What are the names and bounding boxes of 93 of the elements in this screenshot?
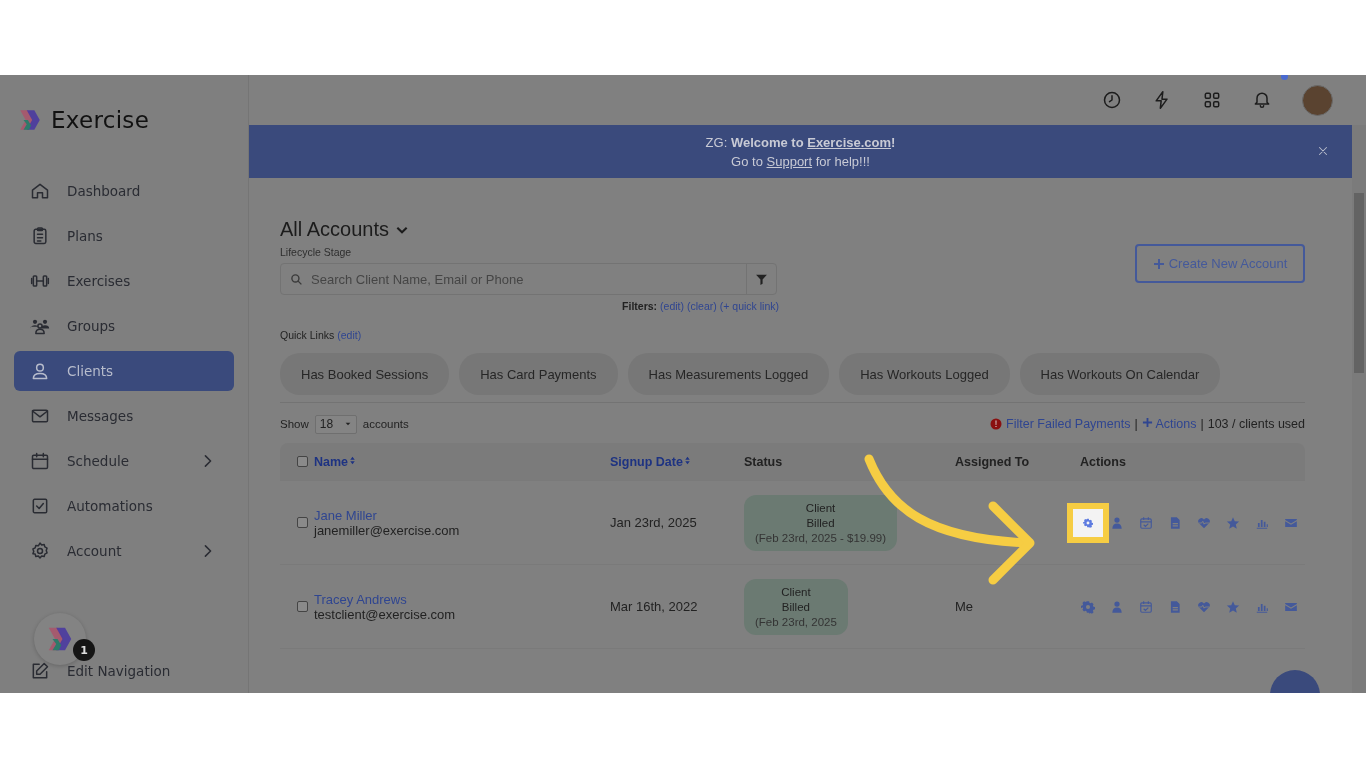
mail-icon — [30, 406, 50, 426]
signup-date: Mar 16th, 2022 — [610, 599, 699, 614]
status-text: Client — [781, 585, 811, 598]
client-email: testclient@exercise.com — [314, 606, 456, 622]
sidebar-item[interactable]: Groups — [14, 306, 234, 346]
filter-link[interactable]: (+ quick link) — [719, 300, 779, 312]
client-email: janemiller@exercise.com — [314, 522, 460, 538]
actions-link[interactable]: Actions — [1141, 417, 1197, 431]
quick-links-label: Quick Links — [280, 329, 335, 341]
assistant-button[interactable] — [34, 613, 86, 665]
column-header: Actions — [1080, 454, 1126, 469]
column-header: Assigned To — [955, 454, 1030, 469]
gear-icon[interactable] — [1081, 599, 1095, 614]
show-label: Show — [280, 418, 309, 430]
filter-icon — [755, 272, 768, 286]
sort-icon — [682, 454, 692, 466]
checkbox-icon — [30, 496, 50, 516]
row-checkbox[interactable] — [297, 517, 308, 528]
document-icon[interactable] — [1168, 599, 1182, 614]
filters-label: Filters: — [622, 300, 658, 312]
filter-link[interactable]: (clear) — [687, 300, 717, 312]
signup-date: Jan 23rd, 2025 — [610, 515, 698, 530]
quick-link-button[interactable]: Has Booked Sessions — [280, 353, 450, 395]
quick-link-button[interactable]: Has Measurements Logged — [627, 353, 830, 395]
person-icon[interactable] — [1110, 599, 1124, 614]
person-icon — [30, 361, 50, 381]
quick-link-button[interactable]: Has Card Payments — [459, 353, 618, 395]
heartbeat-icon[interactable] — [1197, 599, 1211, 614]
app-name: Exercise — [51, 107, 150, 133]
lifecycle-label: Lifecycle Stage — [280, 246, 353, 258]
sidebar-item[interactable]: Plans — [14, 216, 234, 256]
status-text: Billed — [806, 516, 835, 529]
heartbeat-icon[interactable] — [1197, 515, 1211, 530]
status-text: (Feb 23rd, 2025 — [755, 615, 837, 628]
calendar-icon — [30, 451, 50, 471]
page-size-select[interactable]: 18 — [314, 414, 357, 434]
client-name-link[interactable]: Jane Miller — [314, 507, 460, 523]
edit-icon — [30, 661, 50, 681]
quick-link-button[interactable]: Has Workouts Logged — [839, 353, 1010, 395]
sortable-column-header[interactable]: Signup Date — [610, 454, 692, 469]
notification-badge: 1 — [73, 639, 95, 661]
search-input[interactable]: Search Client Name, Email or Phone — [309, 270, 746, 288]
banner-message: ZG: Welcome to Exercise.com! — [705, 134, 896, 150]
sidebar-item[interactable]: Automations — [14, 486, 234, 526]
alert-icon — [990, 418, 1003, 430]
sidebar-item[interactable]: Schedule — [14, 441, 234, 481]
sidebar-item[interactable]: Dashboard — [14, 171, 234, 211]
assigned-to: Me — [955, 599, 975, 614]
plus-icon — [1141, 417, 1153, 428]
clock-icon[interactable] — [1102, 90, 1122, 110]
document-icon[interactable] — [1168, 515, 1182, 530]
banner-message: Go to Support for help!!! — [731, 153, 870, 169]
status-text: (Feb 23rd, 2025 - $19.99) — [755, 531, 887, 544]
accounts-label: accounts — [362, 418, 409, 430]
page-title[interactable]: All Accounts — [280, 218, 779, 241]
sidebar-item[interactable]: Exercises — [14, 261, 234, 301]
person-icon[interactable] — [1110, 515, 1124, 530]
quick-links-edit-link[interactable]: (edit) — [337, 329, 362, 341]
sidebar-item[interactable]: Account — [14, 531, 234, 571]
plus-icon — [1152, 257, 1165, 270]
sidebar-item[interactable]: Clients — [14, 351, 234, 391]
caret-icon — [343, 420, 352, 428]
row-checkbox[interactable] — [297, 601, 308, 612]
column-header: Status — [744, 454, 783, 469]
separator: | — [1200, 417, 1204, 431]
filter-link[interactable]: (edit) — [660, 300, 684, 312]
sidebar-item[interactable]: Messages — [14, 396, 234, 436]
separator: | — [1134, 417, 1138, 431]
close-icon[interactable] — [1316, 144, 1330, 158]
gear-icon — [30, 541, 50, 561]
status-text: Billed — [781, 600, 810, 613]
grid-icon[interactable] — [1202, 90, 1222, 110]
search-field[interactable]: Search Client Name, Email or Phone — [280, 263, 777, 295]
sort-icon — [348, 454, 358, 466]
home-icon — [30, 181, 50, 201]
clients-used-count: 103 / clients used — [1207, 417, 1305, 431]
edit-navigation-link[interactable]: Edit Navigation — [30, 661, 171, 681]
star-icon[interactable] — [1226, 599, 1240, 614]
clipboard-icon — [30, 226, 50, 246]
star-icon[interactable] — [1226, 515, 1240, 530]
scrollbar[interactable] — [1352, 125, 1366, 693]
sortable-column-header[interactable]: Name — [314, 454, 358, 469]
support-link[interactable]: Support — [766, 153, 813, 169]
client-name-link[interactable]: Tracey Andrews — [314, 591, 456, 607]
status-text: Client — [805, 501, 836, 514]
avatar[interactable] — [1302, 84, 1333, 116]
quick-link-button[interactable]: Has Workouts On Calendar — [1019, 353, 1221, 395]
search-icon — [290, 272, 303, 286]
failed-payments-link[interactable]: Filter Failed Payments — [1006, 417, 1131, 431]
gear-icon — [1081, 517, 1095, 528]
calendar-check-icon[interactable] — [1139, 515, 1153, 530]
calendar-check-icon[interactable] — [1139, 599, 1153, 614]
select-all-checkbox[interactable] — [297, 456, 308, 467]
